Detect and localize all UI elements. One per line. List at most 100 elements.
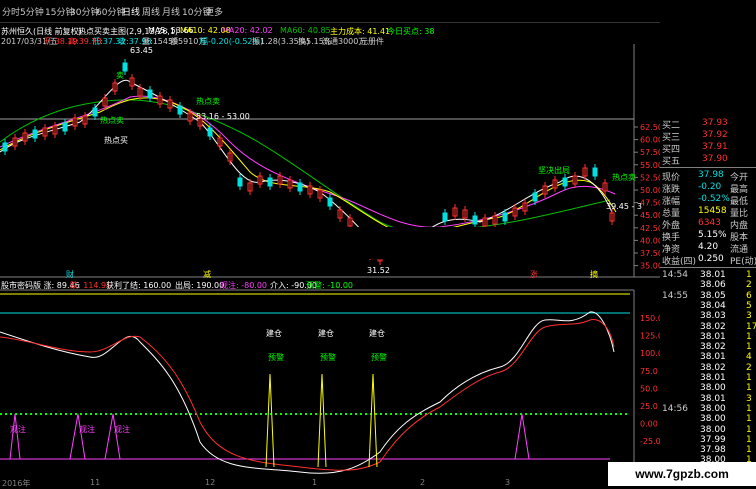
stat-row: 总量 15458 量比	[660, 206, 756, 219]
watermark: www.7gpzb.com	[608, 462, 756, 486]
tab-5min[interactable]: 5分钟	[20, 5, 44, 18]
tick-volume: 1	[746, 373, 752, 383]
quote-price: 37.91	[702, 142, 728, 152]
tick-volume: 1	[746, 270, 752, 280]
divider	[660, 267, 756, 268]
quote-label: 买五	[662, 157, 681, 167]
tick-volume: 1	[746, 403, 752, 414]
date-1: 11	[90, 478, 101, 487]
warn-label-2: 预警	[320, 353, 336, 362]
stat-row: 外盘 6343 内盘	[660, 218, 756, 231]
lower-legend-1: 获利了结: 160.00	[106, 281, 172, 290]
tab-daily[interactable]: 日线	[122, 5, 140, 18]
stat-value: 6343	[698, 218, 721, 228]
period-tab-bar: 分时 5分钟 15分钟 30分钟 60分钟 日线 周线 月线 10分钟 更多	[0, 0, 756, 23]
date-4: 2	[420, 478, 426, 487]
tick-price: 37.98	[700, 445, 726, 456]
quote-row: 买四 37.91	[660, 142, 756, 155]
tick-price: 38.01	[700, 331, 726, 342]
annotation-buy1: 热点买	[104, 136, 128, 145]
lower-legend-2: 出局: 190.00	[175, 281, 225, 290]
osc-axis-tick: 150.0	[640, 314, 660, 323]
tick-volume: 2	[746, 362, 752, 373]
price-axis-tick: 45.00	[640, 211, 660, 220]
date-5: 3	[505, 478, 511, 487]
date-3: 1	[312, 478, 318, 487]
watch-label-1: 观注	[10, 425, 26, 434]
tick-price: 38.03	[700, 311, 726, 322]
tick-volume: 1	[746, 331, 752, 342]
tick-volume: 6	[746, 290, 752, 301]
annotation-sell4: 热点卖	[612, 173, 636, 182]
tick-volume: 1	[746, 424, 752, 435]
tick-time: 14:56	[662, 403, 688, 414]
watch-label-2: 观注	[79, 425, 95, 434]
tick-price: 38.00	[700, 403, 726, 414]
tick-price: 38.01	[700, 393, 726, 404]
stat-row: 涨幅 -0.52% 最低	[660, 194, 756, 207]
tick-volume: 3	[746, 393, 752, 404]
annotation-dot: 卖	[116, 71, 124, 80]
tick-volume: 2	[746, 280, 752, 291]
tick-price: 38.06	[700, 280, 726, 291]
max-price-label: 63.45	[130, 46, 153, 55]
quote-row: 买二 37.93	[660, 118, 756, 131]
stat-value: 5.15%	[698, 230, 727, 240]
stat-value: -0.52%	[698, 194, 730, 204]
price-axis-tick: 50.00	[640, 186, 660, 195]
date-0: 2016年	[2, 479, 31, 488]
osc-axis-tick: 0.00	[640, 420, 658, 429]
price-axis-tick: 47.50	[640, 199, 660, 208]
quote-row: 买五 37.90	[660, 154, 756, 167]
osc-axis-tick: 125.0	[640, 332, 660, 341]
tick-price: 38.02	[700, 321, 726, 332]
stat-row: 涨跌 -0.20 最高	[660, 182, 756, 195]
stat-label: 收益(四)	[662, 257, 697, 267]
osc-axis-tick: -25.00	[640, 437, 660, 446]
price-axis-tick: 42.50	[640, 224, 660, 233]
blank-region-2	[345, 227, 505, 259]
tick-price: 38.00	[700, 383, 726, 394]
low-price-label: 31.52	[367, 266, 390, 275]
annotation-sell1: 热点卖	[196, 97, 220, 106]
tab-more[interactable]: 更多	[205, 5, 223, 18]
tick-volume: 3	[746, 311, 752, 322]
tab-weekly[interactable]: 周线	[142, 5, 160, 18]
stat-value: 15458	[698, 206, 727, 216]
marker-2: 减	[203, 270, 211, 279]
tick-volume: 4	[746, 352, 752, 363]
quote-price: 37.92	[702, 130, 728, 140]
warn-label-3: 预警	[371, 353, 387, 362]
osc-axis-tick: 25.0	[640, 402, 658, 411]
marker-1: 财	[66, 270, 74, 279]
build-label-3: 建仓	[369, 329, 385, 338]
stat-label-2: PE(动)	[730, 257, 756, 267]
tick-price: 38.00	[700, 424, 726, 435]
tick-volume: 1	[746, 414, 752, 425]
osc-axis-tick: 100.0	[640, 349, 660, 358]
stat-row: 收益(四) 0.250 PE(动)	[660, 254, 756, 267]
quote-panel: 买二 37.93 买三 37.92 买四 37.91 买五 37.90 现价 37.98 今开 涨跌 -…	[660, 22, 756, 487]
tick-volume: 17	[746, 321, 756, 332]
tick-price: 38.04	[700, 300, 726, 311]
tick-volume: 1	[746, 383, 752, 394]
tab-monthly[interactable]: 月线	[162, 5, 180, 18]
price-axis-tick: 35.00	[640, 262, 660, 271]
date-2: 12	[205, 478, 216, 487]
marker-4: 摘	[590, 270, 598, 279]
quote-row: 买三 37.92	[660, 130, 756, 143]
price-axis-tick: 52.50	[640, 173, 660, 182]
price-axis-tick: 57.50	[640, 148, 660, 157]
tick-time: 14:54	[662, 270, 688, 280]
price-axis-tick: 55.00	[640, 161, 660, 170]
quote-price: 37.90	[702, 154, 728, 164]
price-axis-tick: 62.50	[640, 123, 660, 132]
tick-price: 38.01	[700, 352, 726, 363]
tick-price: 38.00	[700, 414, 726, 425]
tick-price: 38.02	[700, 342, 726, 353]
stat-row: 净资 4.20 流通	[660, 242, 756, 255]
tab-intraday[interactable]: 分时	[2, 5, 20, 18]
build-label-2: 建仓	[318, 329, 334, 338]
tick-volume: 1	[746, 342, 752, 353]
chart-area[interactable]: 苏州恒久(日线 前复权) 热点买卖主图(2,9,12,26,1) MA5: 53…	[0, 22, 660, 488]
